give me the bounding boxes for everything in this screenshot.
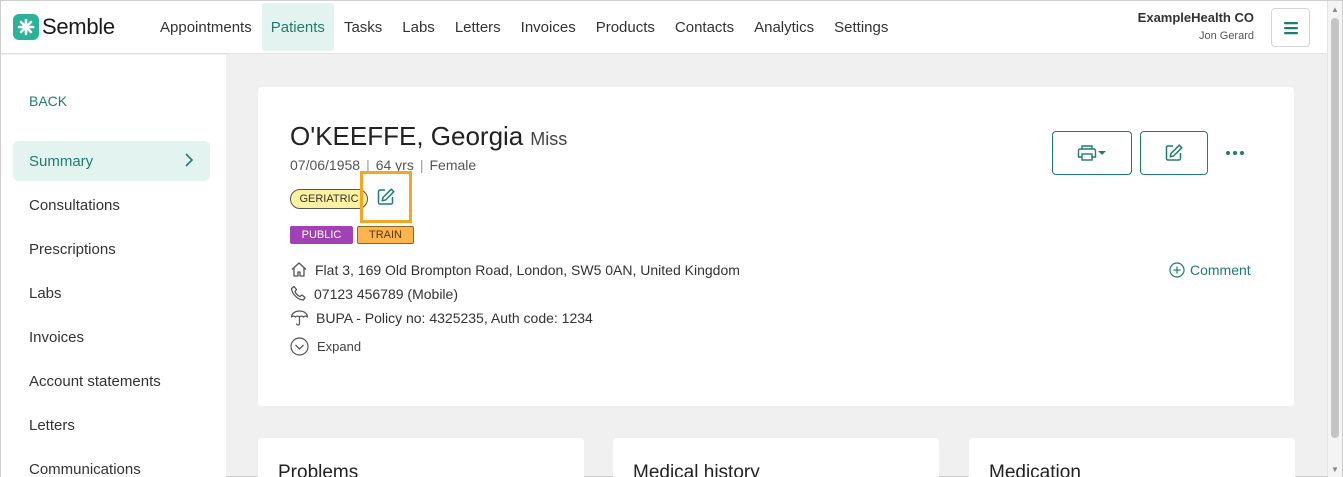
back-link[interactable]: BACK	[29, 93, 67, 109]
patient-sidebar: BACK Summary Consultations Prescriptions…	[1, 55, 226, 477]
badge-train: TRAIN	[357, 226, 414, 244]
sidebar-item-label: Invoices	[29, 328, 85, 346]
pencil-square-icon	[1165, 144, 1183, 161]
account-info[interactable]: ExampleHealth CO Jon Gerard	[1138, 10, 1254, 42]
sidebar-item-labs[interactable]: Labs	[13, 273, 210, 313]
nav-tasks[interactable]: Tasks	[334, 3, 392, 51]
patient-address: Flat 3, 169 Old Brompton Road, London, S…	[315, 261, 740, 278]
sidebar-item-label: Letters	[29, 416, 75, 434]
nav-products[interactable]: Products	[586, 3, 665, 51]
edit-tags-button[interactable]	[360, 171, 412, 223]
patient-header: O'KEEFFE, Georgia Miss	[290, 121, 567, 152]
nav-patients[interactable]: Patients	[261, 3, 334, 51]
scrollbar-thumb[interactable]	[1331, 18, 1339, 438]
semble-logo[interactable]: Semble	[13, 14, 115, 40]
comment-label: Comment	[1190, 262, 1251, 278]
brand-name: Semble	[42, 14, 115, 39]
printer-icon	[1077, 145, 1106, 161]
nav-contacts[interactable]: Contacts	[665, 3, 744, 51]
nav-analytics[interactable]: Analytics	[744, 3, 824, 51]
panel-title: Medical history	[633, 462, 760, 477]
chevron-right-icon	[185, 153, 194, 167]
patient-summary-card: O'KEEFFE, Georgia Miss 07/06/1958 | 64 yrs…	[258, 87, 1294, 406]
patient-title: Miss	[530, 129, 568, 149]
home-icon	[291, 262, 307, 277]
more-options-button[interactable]	[1220, 139, 1250, 167]
panel-title: Problems	[278, 462, 359, 477]
main-nav: Appointments Patients Tasks Labs Letters…	[150, 3, 898, 51]
ellipsis-icon	[1226, 151, 1244, 155]
semble-logo-icon	[13, 14, 39, 40]
org-name: ExampleHealth CO	[1137, 10, 1254, 25]
chevron-circle-down-icon	[290, 337, 309, 356]
medication-panel: Medication	[969, 438, 1295, 477]
pencil-square-icon	[377, 188, 395, 205]
sidebar-item-letters[interactable]: Letters	[13, 405, 210, 445]
hamburger-menu-button[interactable]	[1271, 8, 1310, 47]
nav-settings[interactable]: Settings	[824, 3, 898, 51]
patient-phone-row: 07123 456789 (Mobile)	[290, 285, 458, 302]
edit-patient-button[interactable]	[1140, 131, 1208, 175]
sidebar-item-label: Prescriptions	[29, 240, 116, 258]
nav-appointments[interactable]: Appointments	[150, 3, 262, 51]
sidebar-item-label: Consultations	[29, 196, 120, 214]
page-scrollbar[interactable]: ▲ ▼	[1327, 1, 1342, 477]
problems-panel: Problems	[258, 438, 584, 477]
patient-insurance-row: BUPA - Policy no: 4325235, Auth code: 12…	[290, 309, 593, 326]
umbrella-icon	[290, 310, 309, 326]
patient-phone: 07123 456789 (Mobile)	[314, 285, 458, 302]
sidebar-item-label: Labs	[29, 284, 62, 302]
sidebar-item-label: Summary	[29, 152, 94, 170]
user-name: Jon Gerard	[1198, 30, 1254, 42]
sidebar-item-account-statements[interactable]: Account statements	[13, 361, 210, 401]
sidebar-menu: Summary Consultations Prescriptions Labs…	[13, 141, 210, 477]
patient-tag-geriatric: GERIATRIC	[290, 189, 368, 209]
patient-insurance: BUPA - Policy no: 4325235, Auth code: 12…	[316, 309, 593, 326]
patient-dob: 07/06/1958	[290, 157, 361, 173]
sidebar-item-consultations[interactable]: Consultations	[13, 185, 210, 225]
scroll-down-arrow-icon[interactable]: ▼	[1331, 465, 1339, 474]
phone-icon	[290, 285, 306, 301]
patient-name: O'KEEFFE, Georgia	[290, 121, 524, 151]
expand-label: Expand	[317, 339, 362, 354]
sidebar-item-label: Communications	[29, 460, 141, 477]
sidebar-item-invoices[interactable]: Invoices	[13, 317, 210, 357]
sidebar-item-communications[interactable]: Communications	[13, 449, 210, 477]
patient-address-row: Flat 3, 169 Old Brompton Road, London, S…	[290, 261, 740, 278]
nav-labs[interactable]: Labs	[392, 3, 445, 51]
badge-public: PUBLIC	[290, 226, 353, 244]
hamburger-icon	[1283, 21, 1298, 34]
scroll-up-arrow-icon[interactable]: ▲	[1331, 5, 1339, 14]
nav-letters[interactable]: Letters	[445, 3, 511, 51]
expand-details-toggle[interactable]: Expand	[290, 337, 361, 356]
sidebar-item-summary[interactable]: Summary	[13, 141, 210, 181]
sidebar-item-label: Account statements	[29, 372, 161, 390]
medical-history-panel: Medical history	[613, 438, 939, 477]
patient-sex: Female	[429, 157, 477, 173]
top-navbar: Semble Appointments Patients Tasks Labs …	[1, 1, 1328, 54]
plus-circle-icon	[1169, 262, 1185, 278]
panel-title: Medication	[989, 462, 1081, 477]
print-dropdown-button[interactable]	[1052, 131, 1132, 175]
separator: |	[419, 157, 424, 173]
add-comment-button[interactable]: Comment	[1169, 262, 1251, 278]
nav-invoices[interactable]: Invoices	[511, 3, 586, 51]
sidebar-item-prescriptions[interactable]: Prescriptions	[13, 229, 210, 269]
